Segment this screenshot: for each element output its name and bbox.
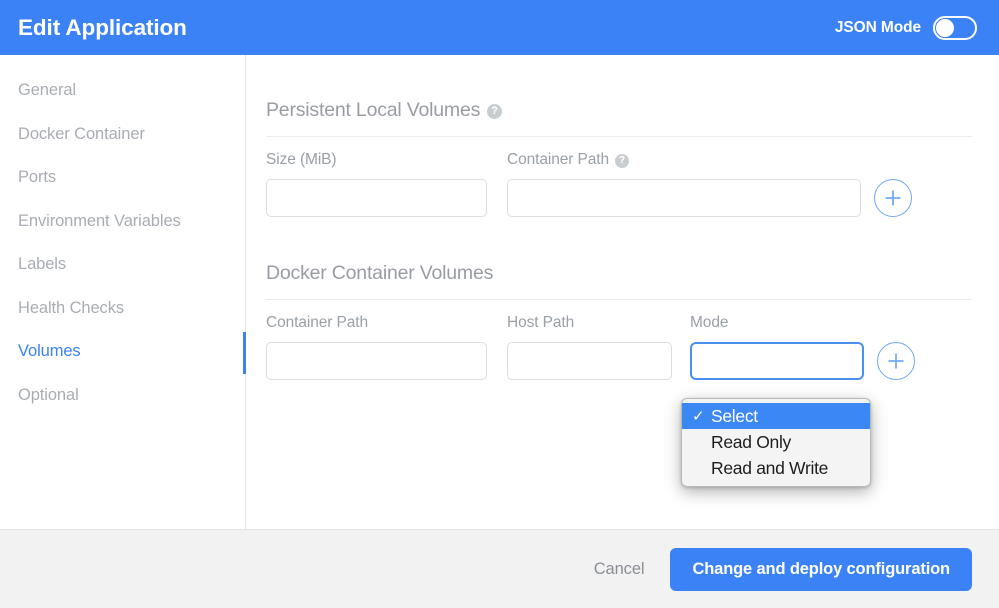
sidebar-item-label: Optional (18, 385, 79, 404)
field-container-path-local: Container Path ? (507, 151, 861, 217)
checkmark-icon: ✓ (692, 407, 705, 425)
size-mib-input[interactable] (266, 179, 487, 217)
sidebar-item-label: Ports (18, 168, 57, 187)
mode-select-dropdown[interactable]: ✓ Select Read Only Read and Write (681, 398, 871, 487)
volumes-panel: Persistent Local Volumes ? Size (MiB) Co… (246, 55, 999, 529)
field-label-text: Container Path (507, 151, 609, 168)
field-label: Size (MiB) (266, 151, 487, 169)
container-path-docker-input[interactable] (266, 342, 487, 380)
help-icon[interactable]: ? (487, 104, 503, 119)
edit-application-dialog: Edit Application JSON Mode General Docke… (0, 0, 999, 608)
field-label: Host Path (507, 314, 672, 332)
dialog-titlebar: Edit Application JSON Mode (0, 0, 999, 55)
help-icon[interactable]: ? (615, 154, 629, 168)
field-host-path: Host Path (507, 314, 672, 380)
field-label-text: Host Path (507, 314, 575, 331)
sidebar-item-label: General (18, 81, 77, 100)
sidebar-item-general[interactable]: General (0, 69, 245, 113)
field-container-path-docker: Container Path (266, 314, 487, 380)
change-and-deploy-button[interactable]: Change and deploy configuration (670, 547, 972, 591)
dropdown-option-read-and-write[interactable]: Read and Write (682, 455, 870, 481)
field-label-text: Container Path (266, 314, 368, 331)
sidebar-item-label: Health Checks (18, 298, 124, 317)
cancel-button[interactable]: Cancel (592, 554, 647, 585)
field-label: Container Path (266, 314, 487, 332)
field-size-mib: Size (MiB) (266, 151, 487, 217)
sidebar-item-environment-variables[interactable]: Environment Variables (0, 200, 245, 244)
dialog-body: General Docker Container Ports Environme… (0, 55, 999, 529)
dialog-footer: Cancel Change and deploy configuration (0, 529, 999, 608)
field-label-text: Mode (690, 314, 729, 331)
field-label: Container Path ? (507, 151, 861, 169)
sidebar-item-label: Environment Variables (18, 211, 181, 230)
toggle-knob (936, 18, 954, 37)
section-header-persistent-local-volumes: Persistent Local Volumes ? (266, 55, 972, 122)
mode-select[interactable] (690, 342, 864, 380)
dropdown-option-label: Select (711, 405, 758, 426)
field-label: Mode (690, 314, 864, 332)
dropdown-option-label: Read and Write (711, 457, 829, 478)
sidebar-item-health-checks[interactable]: Health Checks (0, 287, 245, 331)
section-title: Persistent Local Volumes (266, 99, 481, 121)
sidebar-item-docker-container[interactable]: Docker Container (0, 113, 245, 157)
container-path-local-input[interactable] (507, 179, 861, 217)
field-mode: Mode (690, 314, 864, 380)
docker-container-volumes-row: Container Path Host Path Mode (266, 314, 972, 380)
section-divider (266, 136, 972, 137)
json-mode-toggle[interactable] (933, 15, 977, 40)
json-mode-label: JSON Mode (834, 18, 921, 36)
sidebar-item-label: Docker Container (18, 124, 145, 143)
sidebar-item-label: Volumes (18, 342, 81, 361)
sidebar-item-ports[interactable]: Ports (0, 156, 245, 200)
section-title: Docker Container Volumes (266, 262, 494, 284)
dropdown-option-label: Read Only (711, 431, 791, 452)
dropdown-option-select[interactable]: ✓ Select (682, 403, 870, 429)
add-persistent-volume-button[interactable] (874, 179, 912, 217)
plus-icon (888, 353, 904, 369)
section-header-docker-container-volumes: Docker Container Volumes (266, 217, 972, 285)
field-label-text: Size (MiB) (266, 151, 337, 168)
section-divider (266, 299, 972, 300)
persistent-local-volumes-row: Size (MiB) Container Path ? (266, 151, 972, 217)
plus-icon (885, 190, 901, 206)
sidebar-item-optional[interactable]: Optional (0, 374, 245, 418)
sidebar-item-label: Labels (18, 255, 67, 274)
dropdown-option-read-only[interactable]: Read Only (682, 429, 870, 455)
sidebar-item-labels[interactable]: Labels (0, 243, 245, 287)
json-mode-control[interactable]: JSON Mode (834, 15, 977, 40)
host-path-input[interactable] (507, 342, 672, 380)
sidebar-item-volumes[interactable]: Volumes (0, 330, 246, 374)
page-title: Edit Application (18, 14, 187, 40)
settings-sidebar: General Docker Container Ports Environme… (0, 55, 246, 529)
add-docker-volume-button[interactable] (877, 342, 915, 380)
